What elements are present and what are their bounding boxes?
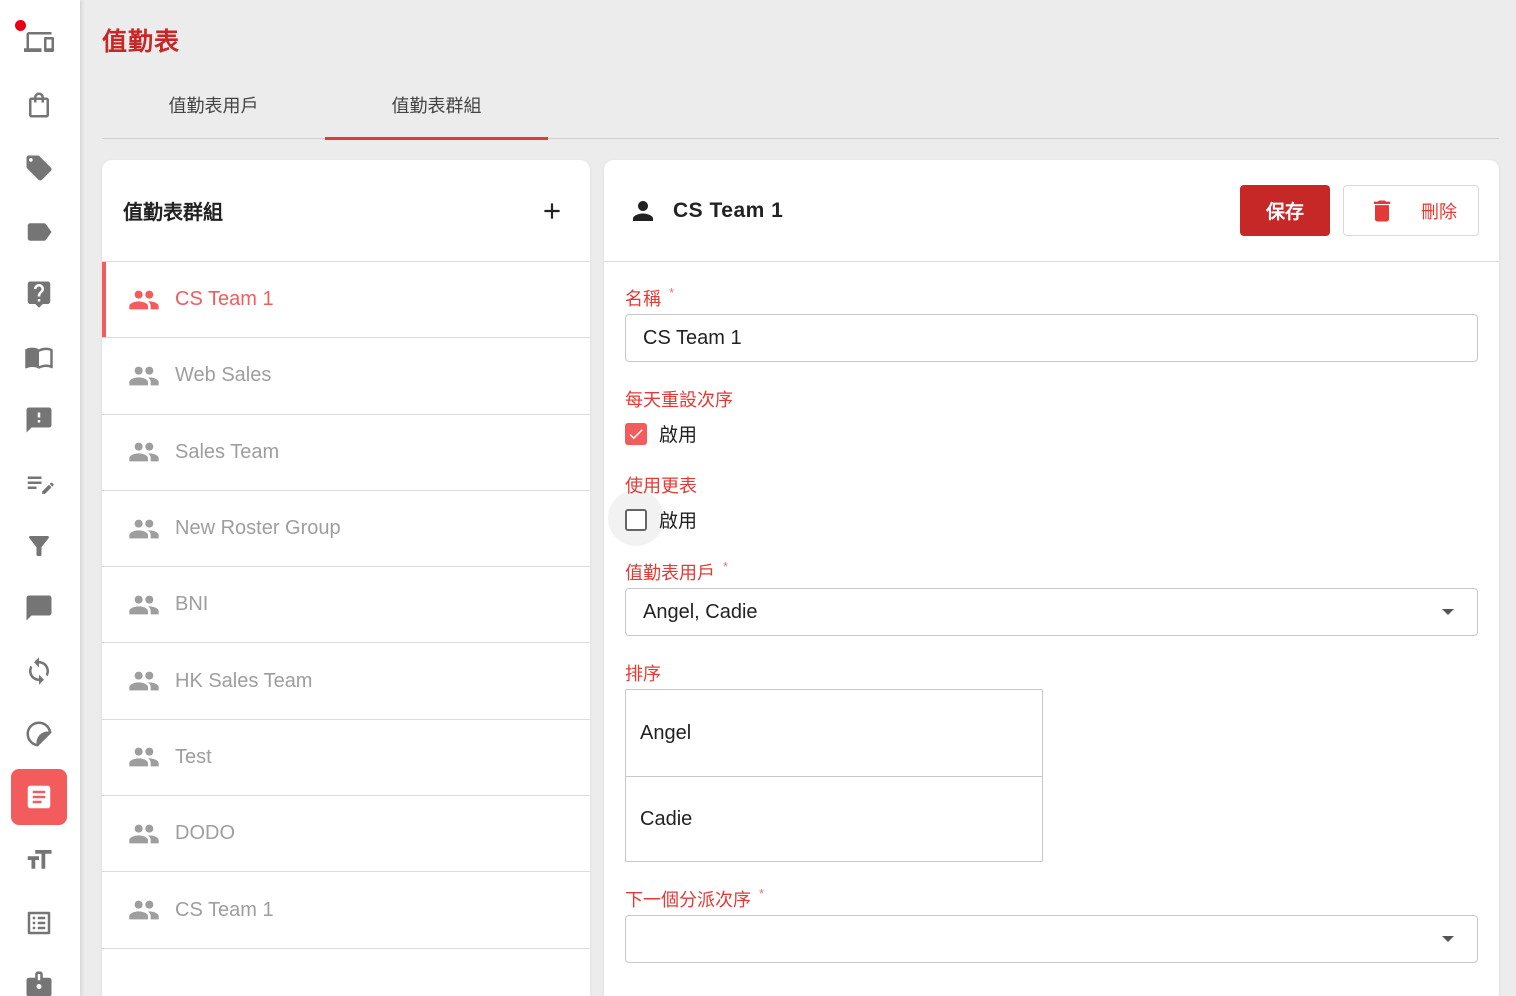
groups-panel-title: 值勤表群組 bbox=[123, 202, 223, 224]
text-size-icon[interactable] bbox=[11, 832, 67, 888]
ordering-list: Angel Cadie bbox=[625, 689, 1043, 862]
group-list-item-label: CS Team 1 bbox=[175, 288, 274, 311]
reset-daily-label: 每天重設次序 bbox=[625, 390, 733, 410]
group-list-item[interactable]: Test bbox=[102, 720, 590, 797]
group-list-item[interactable]: CS Team 1 bbox=[102, 262, 590, 339]
plus-icon bbox=[544, 202, 560, 219]
group-icon bbox=[129, 442, 159, 462]
reset-daily-checkbox[interactable]: 啟用 bbox=[625, 420, 697, 447]
label-icon[interactable] bbox=[11, 204, 67, 260]
roster-users-value: Angel, Cadie bbox=[643, 600, 758, 623]
ordering-item[interactable]: Angel bbox=[626, 690, 1042, 776]
next-assign-label-text: 下一個分派次序 bbox=[625, 890, 751, 910]
required-mark: * bbox=[669, 285, 675, 300]
group-icon bbox=[129, 366, 159, 386]
group-list-item-label: CS Team 1 bbox=[175, 898, 274, 921]
roster-icon[interactable] bbox=[11, 769, 67, 825]
reset-daily-enable-label: 啟用 bbox=[659, 425, 698, 446]
group-list-item[interactable]: DODO bbox=[102, 796, 590, 873]
feedback-icon[interactable] bbox=[11, 392, 67, 448]
tab-roster-users[interactable]: 值勤表用戶 bbox=[102, 70, 325, 139]
group-icon bbox=[129, 671, 159, 691]
sync-icon[interactable] bbox=[11, 643, 67, 699]
add-group-button[interactable] bbox=[534, 193, 570, 229]
shopping-bag-icon[interactable] bbox=[11, 77, 67, 133]
next-assign-select[interactable] bbox=[625, 915, 1478, 963]
person-icon bbox=[633, 200, 653, 221]
next-assign-label: 下一個分派次序 * bbox=[625, 886, 764, 912]
use-shift-checkbox[interactable]: 啟用 bbox=[625, 506, 697, 533]
detail-header: CS Team 1 保存 刪除 bbox=[604, 160, 1499, 262]
group-name-heading: CS Team 1 bbox=[673, 198, 784, 222]
group-list-item[interactable]: HK Sales Team bbox=[102, 643, 590, 720]
use-shift-enable-label: 啟用 bbox=[659, 511, 698, 532]
required-mark: * bbox=[759, 886, 765, 901]
delete-label: 刪除 bbox=[1421, 201, 1457, 222]
trash-icon bbox=[1373, 200, 1391, 221]
group-icon bbox=[129, 595, 159, 615]
roster-users-select[interactable]: Angel, Cadie bbox=[625, 588, 1478, 636]
groups-panel-header: 值勤表群組 bbox=[102, 160, 590, 262]
group-icon bbox=[129, 900, 159, 920]
checkbox-checked-icon bbox=[625, 422, 647, 445]
group-list-item[interactable]: BNI bbox=[102, 567, 590, 644]
badge-icon[interactable] bbox=[11, 956, 67, 996]
roster-users-label-text: 值勤表用戶 bbox=[625, 563, 715, 583]
list-alt-icon[interactable] bbox=[11, 895, 67, 951]
chat-icon[interactable] bbox=[11, 580, 67, 636]
dropdown-arrow-icon bbox=[1442, 936, 1454, 942]
group-list-item-label: DODO bbox=[175, 822, 235, 845]
ordering-item[interactable]: Cadie bbox=[626, 776, 1042, 862]
group-list-item[interactable]: Sales Team bbox=[102, 415, 590, 491]
book-icon[interactable] bbox=[11, 329, 67, 385]
group-list-item-label: Test bbox=[175, 745, 212, 768]
roster-users-label: 值勤表用戶 * bbox=[625, 559, 728, 585]
group-list-item-label: Sales Team bbox=[175, 440, 280, 463]
name-label-text: 名稱 bbox=[625, 289, 661, 309]
dropdown-arrow-icon bbox=[1442, 609, 1454, 615]
help-icon[interactable] bbox=[11, 266, 67, 322]
save-button[interactable]: 保存 bbox=[1240, 185, 1330, 236]
required-mark: * bbox=[723, 559, 729, 574]
tab-roster-groups[interactable]: 值勤表群組 bbox=[325, 70, 548, 140]
group-detail-panel: CS Team 1 保存 刪除 名稱 * CS Team 1 每天重設次序 啟用 … bbox=[604, 160, 1499, 996]
group-list-item-label: BNI bbox=[175, 593, 209, 616]
name-input[interactable]: CS Team 1 bbox=[625, 314, 1478, 362]
group-list-item[interactable]: CS Team 1 bbox=[102, 872, 590, 949]
devices-icon[interactable] bbox=[11, 14, 67, 70]
group-icon bbox=[129, 824, 159, 844]
group-list-item-label: New Roster Group bbox=[175, 517, 341, 540]
ordering-label: 排序 bbox=[625, 664, 661, 684]
name-field-label: 名稱 * bbox=[625, 285, 674, 311]
group-list-item-label: HK Sales Team bbox=[175, 669, 313, 692]
groups-panel: 值勤表群組 CS Team 1 Web Sales Sales Team New Ro… bbox=[102, 160, 590, 996]
page-title: 值勤表 bbox=[102, 28, 181, 56]
filter-icon[interactable] bbox=[11, 518, 67, 574]
group-list-item-label: Web Sales bbox=[175, 364, 272, 387]
group-icon bbox=[129, 748, 159, 767]
group-icon bbox=[129, 519, 159, 538]
sticker-icon[interactable] bbox=[11, 706, 67, 762]
sidebar bbox=[0, 0, 80, 996]
group-icon bbox=[129, 290, 159, 309]
tab-bar: 值勤表用戶 值勤表群組 bbox=[102, 70, 1499, 140]
tags-icon[interactable] bbox=[11, 140, 67, 196]
group-list-item[interactable]: Web Sales bbox=[102, 338, 590, 415]
group-list-item[interactable]: New Roster Group bbox=[102, 491, 590, 568]
checkbox-unchecked-icon bbox=[625, 508, 647, 531]
delete-button[interactable]: 刪除 bbox=[1343, 185, 1479, 236]
edit-list-icon[interactable] bbox=[11, 456, 67, 512]
group-list: CS Team 1 Web Sales Sales Team New Roster G… bbox=[102, 262, 590, 949]
